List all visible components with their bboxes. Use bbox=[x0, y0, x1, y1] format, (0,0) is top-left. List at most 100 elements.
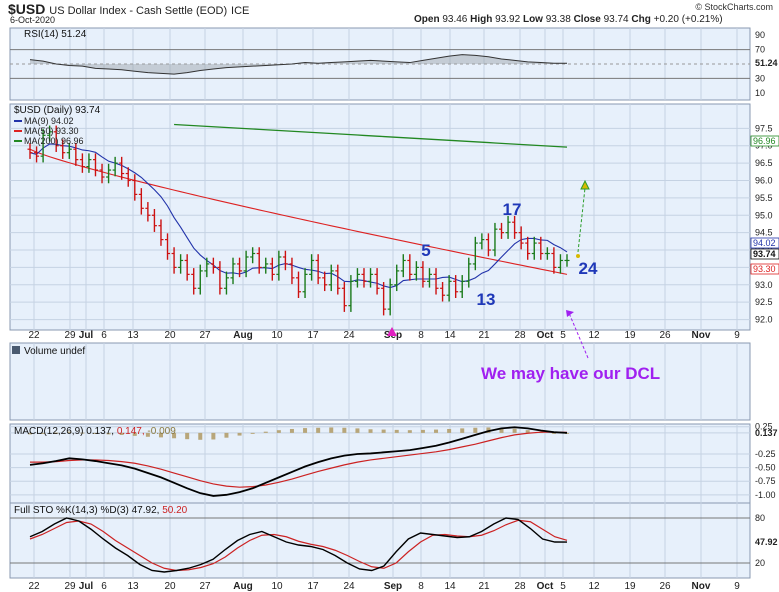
legend-entry: MA(50) 93.30 bbox=[24, 126, 79, 136]
x-tick-label: 8 bbox=[418, 581, 424, 592]
macd-hist-bar bbox=[447, 428, 452, 433]
x-tick-label: Aug bbox=[233, 330, 252, 341]
macd-hist-bar bbox=[211, 432, 216, 440]
value-box-label: 93.74 bbox=[753, 249, 776, 259]
x-tick-label: 12 bbox=[588, 330, 600, 341]
sto-y-tick: 20 bbox=[755, 558, 765, 568]
wave-label: 17 bbox=[503, 200, 522, 219]
wave-label: 24 bbox=[579, 259, 598, 278]
rsi-y-tick: 70 bbox=[755, 45, 765, 55]
price-y-tick: 92.0 bbox=[755, 315, 773, 325]
projection-start-dot bbox=[576, 254, 580, 258]
x-tick-label: 17 bbox=[307, 330, 319, 341]
macd-hist-bar bbox=[368, 429, 373, 433]
dcl-annotation: We may have our DCL bbox=[481, 364, 660, 383]
x-tick-label: 19 bbox=[624, 330, 636, 341]
volume-title-swatch bbox=[12, 346, 20, 354]
macd-hist-bar bbox=[276, 430, 281, 433]
macd-hist-bar bbox=[434, 429, 439, 433]
x-tick-label: 26 bbox=[659, 581, 671, 592]
sto-title-d: 50.20 bbox=[162, 505, 187, 516]
sto-title-main: Full STO %K(14,3) %D(3) 47.92, bbox=[14, 505, 162, 516]
x-tick-label: 28 bbox=[514, 330, 526, 341]
x-tick-label: 29 bbox=[64, 581, 76, 592]
x-tick-label: 21 bbox=[478, 581, 490, 592]
macd-hist-bar bbox=[525, 430, 530, 433]
x-tick-label: 5 bbox=[560, 581, 566, 592]
macd-hist-bar bbox=[420, 429, 425, 433]
x-tick-label: 24 bbox=[343, 581, 355, 592]
macd-hist-bar bbox=[355, 428, 360, 433]
x-tick-label: 19 bbox=[624, 581, 636, 592]
price-y-tick: 92.5 bbox=[755, 297, 773, 307]
macd-title-signal: 0.147, bbox=[117, 426, 148, 437]
x-tick-label: Nov bbox=[692, 330, 711, 341]
macd-hist-bar bbox=[407, 430, 412, 433]
macd-hist-bar bbox=[342, 427, 347, 433]
macd-hist-bar bbox=[394, 429, 399, 433]
macd-y-tick: -0.25 bbox=[755, 449, 776, 459]
macd-y-tick: -1.00 bbox=[755, 490, 776, 500]
volume-title: Volume undef bbox=[24, 346, 85, 357]
x-tick-label: 13 bbox=[127, 330, 139, 341]
x-tick-label: 27 bbox=[199, 581, 211, 592]
macd-hist-bar bbox=[512, 428, 517, 433]
price-y-tick: 95.0 bbox=[755, 210, 773, 220]
macd-hist-bar bbox=[329, 427, 334, 433]
price-y-tick: 95.5 bbox=[755, 193, 773, 203]
rsi-y-tick: 51.24 bbox=[755, 58, 778, 68]
x-tick-label: 10 bbox=[271, 330, 283, 341]
wave-label: 13 bbox=[477, 290, 496, 309]
x-tick-label: 10 bbox=[271, 581, 283, 592]
price-y-tick: 93.0 bbox=[755, 280, 773, 290]
x-tick-label: 27 bbox=[199, 330, 211, 341]
x-tick-label: Oct bbox=[537, 581, 554, 592]
price-title: $USD (Daily) 93.74 bbox=[14, 105, 101, 116]
x-tick-label: 29 bbox=[64, 330, 76, 341]
x-tick-label: Oct bbox=[537, 330, 554, 341]
price-y-tick: 96.5 bbox=[755, 158, 773, 168]
price-panel-bg bbox=[9, 103, 751, 331]
macd-hist-bar bbox=[303, 428, 308, 433]
x-tick-label: 17 bbox=[307, 581, 319, 592]
macd-hist-bar bbox=[473, 427, 478, 433]
sto-y-tick: 47.92 bbox=[755, 537, 778, 547]
x-tick-label: 22 bbox=[28, 330, 40, 341]
price-y-tick: 94.5 bbox=[755, 228, 773, 238]
macd-y-tick: 0.137 bbox=[755, 428, 778, 438]
x-tick-label: 14 bbox=[444, 581, 456, 592]
x-tick-label: 28 bbox=[514, 581, 526, 592]
value-box-label: 94.02 bbox=[753, 238, 776, 248]
macd-hist-bar bbox=[224, 432, 229, 438]
macd-hist-bar bbox=[185, 432, 190, 440]
stock-chart: 2229Jul6132027Aug101724Sep8142128Oct5121… bbox=[9, 27, 779, 592]
macd-hist-bar bbox=[237, 432, 242, 436]
x-tick-label: Jul bbox=[79, 330, 94, 341]
x-tick-label: 13 bbox=[127, 581, 139, 592]
x-tick-label: 6 bbox=[101, 581, 107, 592]
x-tick-label: 20 bbox=[164, 330, 176, 341]
x-tick-label: Jul bbox=[79, 581, 94, 592]
macd-hist-bar bbox=[381, 429, 386, 433]
macd-hist-bar bbox=[316, 427, 321, 433]
macd-hist-bar bbox=[250, 432, 255, 434]
legend-entry: MA(9) 94.02 bbox=[24, 116, 74, 126]
price-y-tick: 96.0 bbox=[755, 175, 773, 185]
macd-y-tick: -0.75 bbox=[755, 476, 776, 486]
x-tick-label: 12 bbox=[588, 581, 600, 592]
macd-y-tick: -0.50 bbox=[755, 463, 776, 473]
x-tick-label: 5 bbox=[560, 330, 566, 341]
x-tick-label: Nov bbox=[692, 581, 711, 592]
macd-hist-bar bbox=[263, 431, 268, 433]
x-tick-label: 9 bbox=[734, 330, 740, 341]
rsi-y-tick: 10 bbox=[755, 88, 765, 98]
x-tick-label: 24 bbox=[343, 330, 355, 341]
x-tick-label: 6 bbox=[101, 330, 107, 341]
x-tick-label: Aug bbox=[233, 581, 252, 592]
rsi-y-tick: 90 bbox=[755, 30, 765, 40]
macd-hist-bar bbox=[460, 428, 465, 433]
macd-hist-bar bbox=[289, 428, 294, 433]
x-tick-label: 8 bbox=[418, 330, 424, 341]
x-tick-label: Sep bbox=[384, 581, 402, 592]
sto-y-tick: 80 bbox=[755, 513, 765, 523]
